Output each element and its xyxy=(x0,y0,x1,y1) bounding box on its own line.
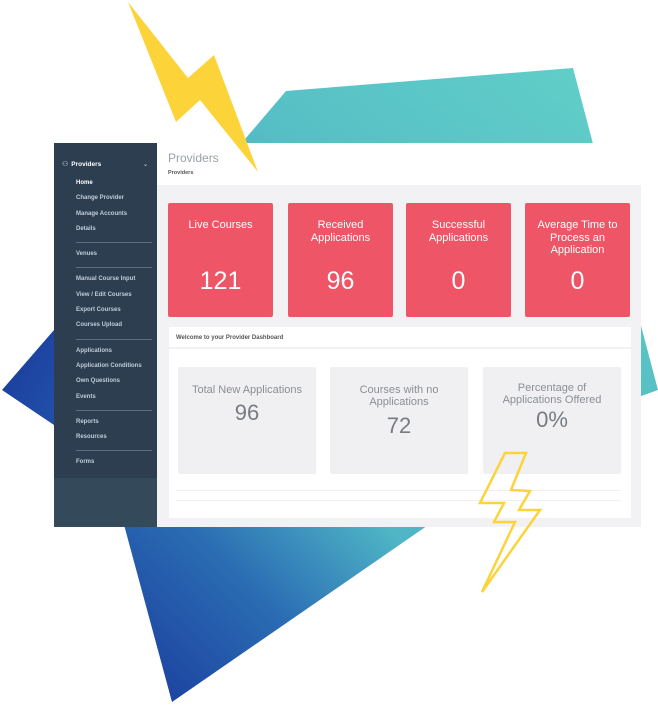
sidebar-item-reports[interactable]: Reports xyxy=(76,415,152,430)
sidebar-item-applications[interactable]: Applications xyxy=(76,344,152,359)
stat-value: 0 xyxy=(451,267,466,295)
stat-label: Average Time to Process an Application xyxy=(537,219,618,256)
sidebar-item-own-questions[interactable]: Own Questions xyxy=(76,374,152,389)
stat-value: 96 xyxy=(326,267,355,295)
dashboard-body: Live Courses 121 Received Applications 9… xyxy=(157,185,641,527)
sidebar-item-resources[interactable]: Resources xyxy=(76,430,152,445)
stat-card-successful-applications[interactable]: Successful Applications 0 xyxy=(406,203,511,317)
stat-label: Successful Applications xyxy=(428,219,489,244)
breadcrumb[interactable]: Providers xyxy=(168,170,193,176)
page-title: Providers xyxy=(168,151,219,165)
summary-value: 72 xyxy=(386,412,412,438)
stat-card-average-time[interactable]: Average Time to Process an Application 0 xyxy=(525,203,630,317)
sidebar-item-courses-upload[interactable]: Courses Upload xyxy=(76,318,152,333)
sidebar-divider xyxy=(76,242,152,244)
sidebar-item-details[interactable]: Details xyxy=(76,222,152,237)
welcome-panel-title: Welcome to your Provider Dashboard xyxy=(169,327,631,349)
summary-value: 0% xyxy=(536,406,568,432)
welcome-panel: Welcome to your Provider Dashboard Total… xyxy=(169,327,631,518)
sidebar-divider xyxy=(76,267,152,269)
users-icon: ⚇ xyxy=(62,161,69,168)
summary-card-percentage-offered: Percentage of Applications Offered 0% xyxy=(483,367,621,474)
stat-value: 0 xyxy=(570,267,585,295)
sidebar: ⚇ Providers ⌄ Home Change Provider Manag… xyxy=(54,143,157,527)
main-content: Providers Providers Live Courses 121 Rec… xyxy=(157,143,641,527)
divider xyxy=(176,490,621,491)
stat-card-live-courses[interactable]: Live Courses 121 xyxy=(168,203,273,317)
sidebar-item-export-courses[interactable]: Export Courses xyxy=(76,303,152,318)
sidebar-menu: Home Change Provider Manage Accounts Det… xyxy=(54,176,157,471)
stat-label: Received Applications xyxy=(310,219,371,244)
divider xyxy=(176,500,621,501)
summary-card-total-new-applications: Total New Applications 96 xyxy=(178,367,316,474)
blue-shape-left xyxy=(2,330,54,425)
sidebar-section-providers[interactable]: ⚇ Providers ⌄ xyxy=(54,152,157,176)
sidebar-item-home[interactable]: Home xyxy=(76,176,152,191)
stat-label: Live Courses xyxy=(188,219,253,231)
sidebar-item-application-conditions[interactable]: Application Conditions xyxy=(76,359,152,374)
summary-label: Percentage of Applications Offered xyxy=(502,382,602,407)
summary-card-courses-no-applications: Courses with no Applications 72 xyxy=(330,367,468,474)
sidebar-item-venues[interactable]: Venues xyxy=(76,247,152,262)
sidebar-bottom xyxy=(54,478,157,527)
stat-value: 121 xyxy=(199,267,242,295)
sidebar-section-label: Providers xyxy=(71,160,102,168)
summary-value: 96 xyxy=(234,400,260,426)
sidebar-item-change-provider[interactable]: Change Provider xyxy=(76,191,152,206)
sidebar-divider xyxy=(76,338,152,340)
dashboard-window: ⚇ Providers ⌄ Home Change Provider Manag… xyxy=(54,143,641,527)
sidebar-item-manage-accounts[interactable]: Manage Accounts xyxy=(76,207,152,222)
sidebar-item-events[interactable]: Events xyxy=(76,390,152,405)
sidebar-divider xyxy=(76,450,152,452)
sidebar-item-view-edit-courses[interactable]: View / Edit Courses xyxy=(76,288,152,303)
stat-card-received-applications[interactable]: Received Applications 96 xyxy=(288,203,393,317)
summary-label: Total New Applications xyxy=(191,384,303,396)
sidebar-divider xyxy=(76,409,152,411)
chevron-down-icon[interactable]: ⌄ xyxy=(143,161,148,168)
sidebar-item-manual-course-input[interactable]: Manual Course Input xyxy=(76,272,152,287)
blue-shape-bottom xyxy=(120,510,450,702)
sidebar-item-forms[interactable]: Forms xyxy=(76,455,152,470)
summary-label: Courses with no Applications xyxy=(359,384,439,409)
